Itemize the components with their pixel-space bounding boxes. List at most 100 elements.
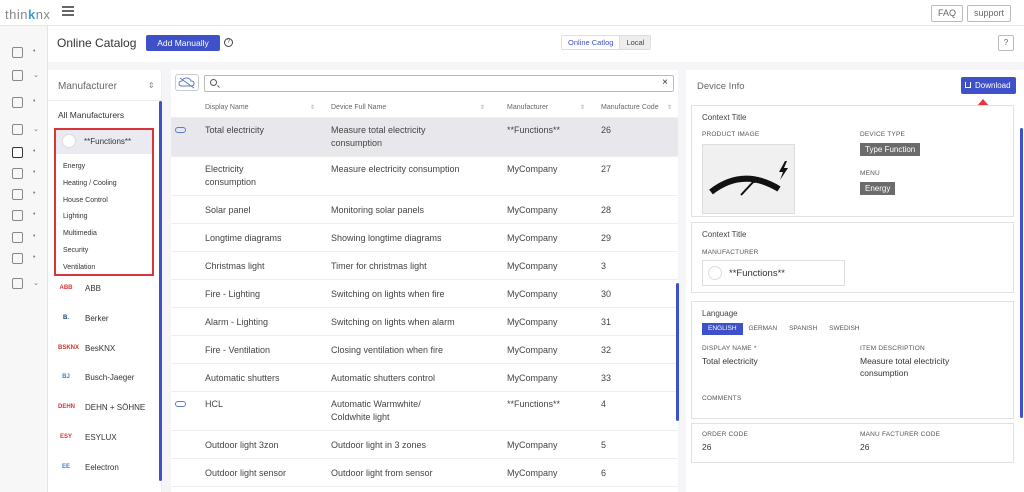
download-icon bbox=[965, 82, 971, 88]
column-header-device-full-name[interactable]: Device Full Name bbox=[331, 104, 386, 111]
rail-item[interactable]: • bbox=[12, 97, 40, 109]
column-header-manufacturer[interactable]: Manufacturer bbox=[507, 104, 548, 111]
manufacturer-logo: BSKNX bbox=[58, 344, 80, 351]
sort-icon[interactable]: ⇕ bbox=[480, 104, 485, 111]
manufacturer-cell: MyCompany bbox=[507, 345, 558, 355]
rail-item[interactable]: • bbox=[12, 147, 40, 159]
tab-local[interactable]: Local bbox=[620, 36, 651, 49]
rail-item[interactable]: • bbox=[12, 253, 40, 265]
functions-item[interactable]: **Functions** bbox=[56, 130, 152, 154]
manufacturer-item[interactable]: DEHN DEHN + SÖHNE bbox=[48, 394, 161, 424]
side-rail: • ⌄ • ⌄ • • • • • • ⌄ bbox=[0, 26, 48, 492]
sort-icon[interactable]: ⇕ bbox=[580, 104, 585, 111]
tab-german[interactable]: GERMAN bbox=[743, 323, 784, 335]
table-row[interactable]: Outdoor light sensor Outdoor light from s… bbox=[171, 459, 678, 487]
card-title: Language bbox=[702, 309, 738, 318]
display-name-cell: Fire - Lighting bbox=[205, 288, 260, 301]
manufacture-code-cell: 27 bbox=[601, 164, 612, 174]
cell-line: Outdoor light from sensor bbox=[331, 468, 433, 478]
question-button[interactable]: ? bbox=[998, 35, 1014, 51]
help-icon[interactable]: ? bbox=[224, 38, 233, 47]
manufacturer-scrollbar[interactable] bbox=[159, 101, 162, 481]
table-row[interactable]: HCL Automatic Warmwhite/Coldwhite light **… bbox=[171, 392, 678, 431]
expand-icon: ⌄ bbox=[33, 280, 39, 287]
add-manually-button[interactable]: Add Manually bbox=[146, 35, 220, 51]
manufacturer-item[interactable]: B. Berker bbox=[48, 305, 161, 335]
table-row[interactable]: Christmas light Timer for christmas light… bbox=[171, 252, 678, 280]
tab-spanish[interactable]: SPANISH bbox=[783, 323, 823, 335]
table-row[interactable]: Total electricity Measure total electrici… bbox=[171, 118, 678, 157]
manufacturer-item[interactable]: BJ Busch-Jaeger bbox=[48, 364, 161, 394]
app-window: thinknx FAQ support • ⌄ • ⌄ • • • • • • ⌄ Online C… bbox=[0, 0, 1024, 492]
functions-subitem[interactable]: Security bbox=[63, 247, 88, 254]
sort-icon[interactable]: ⇕ bbox=[310, 104, 315, 111]
menu-label: MENU bbox=[860, 170, 880, 177]
support-button[interactable]: support bbox=[967, 5, 1012, 22]
display-name-value[interactable]: Total electricity bbox=[702, 355, 758, 367]
sort-icon[interactable]: ⇕ bbox=[148, 81, 155, 90]
table-row[interactable]: Automatic shutters Automatic shutters con… bbox=[171, 364, 678, 392]
manufacturer-item[interactable]: EE Eelectron bbox=[48, 454, 161, 484]
manufacturer-item[interactable]: ABB ABB bbox=[48, 275, 161, 305]
manufacturer-code-value: 26 bbox=[860, 442, 870, 452]
manufacturer-cell: MyCompany bbox=[507, 440, 558, 450]
cell-line: Coldwhite light bbox=[331, 411, 390, 422]
rail-item[interactable]: • bbox=[12, 210, 40, 222]
clear-search-icon[interactable]: × bbox=[662, 77, 668, 88]
rail-item[interactable]: • bbox=[12, 168, 40, 180]
column-header-manufacture-code[interactable]: Manufacture Code bbox=[601, 104, 659, 111]
functions-subitem[interactable]: Ventilation bbox=[63, 264, 95, 271]
item-description-value[interactable]: Measure total electricity consumption bbox=[860, 355, 949, 379]
rail-item[interactable]: • bbox=[12, 189, 40, 201]
cell-line: Total electricity bbox=[205, 125, 265, 135]
functions-subitem[interactable]: House Control bbox=[63, 197, 108, 204]
device-full-name-cell: Automatic shutters control bbox=[331, 372, 435, 385]
functions-subitem[interactable]: Heating / Cooling bbox=[63, 180, 117, 187]
rail-item[interactable]: ⌄ bbox=[12, 70, 40, 82]
language-card: Language ENGLISH GERMAN SPANISH SWEDISH … bbox=[691, 301, 1014, 419]
table-row[interactable]: Electricity consumption Measure electricit… bbox=[171, 157, 678, 196]
rail-item[interactable]: • bbox=[12, 232, 40, 244]
table-row[interactable]: Longtime diagrams Showing longtime diagra… bbox=[171, 224, 678, 252]
functions-subitem[interactable]: Multimedia bbox=[63, 230, 97, 237]
tab-swedish[interactable]: SWEDISH bbox=[823, 323, 865, 335]
manufacturer-heading: Manufacturer bbox=[58, 81, 117, 92]
device-type-tag: Type Function bbox=[860, 143, 921, 156]
faq-button[interactable]: FAQ bbox=[931, 5, 964, 22]
manufacture-code-cell: 6 bbox=[601, 468, 607, 478]
manufacturer-name: Busch-Jaeger bbox=[85, 373, 135, 383]
display-name-cell: Alarm - Lighting bbox=[205, 316, 268, 329]
info-scrollbar[interactable] bbox=[1020, 128, 1023, 418]
all-manufacturers-item[interactable]: All Manufacturers bbox=[58, 110, 124, 120]
rail-item[interactable]: ⌄ bbox=[12, 124, 40, 136]
download-button[interactable]: Download bbox=[961, 77, 1016, 94]
cloud-icon bbox=[175, 401, 186, 407]
sort-icon[interactable]: ⇕ bbox=[667, 104, 672, 111]
table-scrollbar[interactable] bbox=[676, 283, 679, 421]
device-full-name-cell: Outdoor light in 3 zones bbox=[331, 439, 426, 452]
search-input[interactable] bbox=[221, 77, 651, 90]
hamburger-menu-icon[interactable] bbox=[62, 6, 74, 16]
cell-line: Longtime diagrams bbox=[205, 233, 282, 243]
column-header-display-name[interactable]: Display Name bbox=[205, 104, 249, 111]
cell-line: Timer for christmas light bbox=[331, 261, 427, 271]
rail-item[interactable]: ⌄ bbox=[12, 278, 40, 290]
table-row[interactable]: Fire - Lighting Switching on lights when … bbox=[171, 280, 678, 308]
manufacturer-item[interactable]: BSKNX BesKNX bbox=[48, 335, 161, 365]
tab-online-catalog[interactable]: Online Catlog bbox=[562, 36, 621, 49]
product-image-label: PRODUCT IMAGE bbox=[702, 131, 760, 138]
functions-subitem[interactable]: Lighting bbox=[63, 213, 88, 220]
cloud-sync-button[interactable] bbox=[175, 74, 199, 91]
expand-icon: ⌄ bbox=[33, 72, 39, 79]
functions-subitem[interactable]: Energy bbox=[63, 163, 85, 170]
table-row[interactable]: Outdoor light 3zon Outdoor light in 3 zon… bbox=[171, 431, 678, 459]
device-info-title: Device Info bbox=[697, 81, 745, 92]
table-row[interactable]: Fire - Ventilation Closing ventilation wh… bbox=[171, 336, 678, 364]
rail-item[interactable]: • bbox=[12, 47, 40, 59]
table-row[interactable]: Solar panel Monitoring solar panels MyComp… bbox=[171, 196, 678, 224]
manufacturer-item[interactable]: ESY ESYLUX bbox=[48, 424, 161, 454]
manufacturer-field[interactable]: **Functions** bbox=[702, 260, 845, 286]
tab-english[interactable]: ENGLISH bbox=[702, 323, 743, 335]
app-logo[interactable]: thinknx bbox=[5, 7, 50, 22]
table-row[interactable]: Alarm - Lighting Switching on lights when… bbox=[171, 308, 678, 336]
